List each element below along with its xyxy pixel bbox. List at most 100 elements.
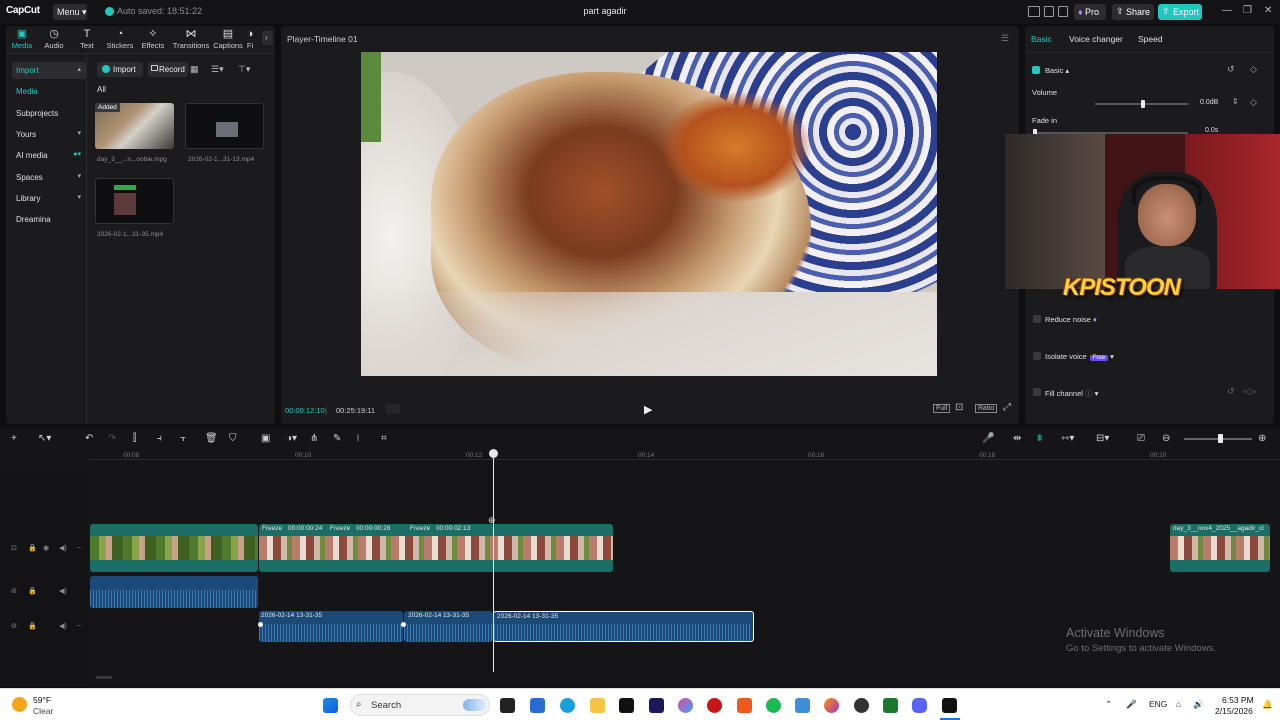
tool-text[interactable]: T Text: [69, 28, 105, 50]
mute-icon[interactable]: ◀): [59, 622, 67, 630]
sort-icon[interactable]: ☰▾: [211, 64, 224, 75]
audio-split-icon[interactable]: ⧘: [357, 433, 359, 444]
store-icon[interactable]: [530, 698, 545, 713]
audio-clip[interactable]: 2026-02-14 13-31-35: [259, 611, 403, 642]
lock-icon[interactable]: 🔒: [28, 544, 37, 552]
play-button[interactable]: ▶: [644, 403, 652, 416]
select-tool-icon[interactable]: ↖▾: [38, 433, 51, 444]
link-icon[interactable]: ⊘: [11, 587, 17, 595]
lock-icon[interactable]: 🔒: [28, 622, 37, 630]
playhead-line[interactable]: [493, 451, 494, 672]
marker-icon[interactable]: ⛉: [229, 433, 237, 444]
obs-icon[interactable]: [854, 698, 869, 713]
weather-temp[interactable]: 59°F: [33, 695, 51, 705]
keyframe-dot[interactable]: [401, 622, 406, 627]
media-thumbnail[interactable]: [185, 103, 264, 149]
tool-media[interactable]: ▣ Media: [4, 28, 40, 50]
fullscreen-icon[interactable]: ⤢: [1003, 402, 1011, 413]
mic-tray-icon[interactable]: 🎤: [1126, 699, 1137, 710]
tool-effects[interactable]: ✧ Effects: [135, 28, 171, 50]
audio-clip[interactable]: 2026-02-14 13-31-35: [404, 611, 493, 642]
reset-icon[interactable]: ↺: [1227, 64, 1235, 75]
record-button[interactable]: Record: [148, 62, 188, 77]
audio-clip[interactable]: [90, 576, 258, 608]
media-thumbnail[interactable]: [95, 178, 174, 224]
tab-voice-changer[interactable]: Voice changer: [1069, 34, 1123, 44]
screen-icon[interactable]: ⎚: [1137, 433, 1145, 444]
windows-start-icon[interactable]: [323, 698, 338, 713]
full-button[interactable]: Full: [933, 404, 951, 413]
edge-icon[interactable]: [560, 698, 575, 713]
crop-icon[interactable]: ▣: [261, 433, 270, 444]
network-icon[interactable]: ⌂: [1176, 699, 1181, 709]
notes-icon[interactable]: [795, 698, 810, 713]
more-icon[interactable]: ⋯: [76, 622, 83, 630]
fade-in-value[interactable]: 0.0s: [1205, 127, 1218, 134]
timecode-toggle-icon[interactable]: [386, 404, 400, 414]
notification-icon[interactable]: 🔔: [1262, 699, 1273, 710]
delete-icon[interactable]: 🗑: [205, 433, 218, 444]
basic-checkbox[interactable]: [1032, 66, 1040, 74]
close-icon[interactable]: ✕: [1264, 5, 1272, 16]
video-clip[interactable]: [90, 524, 258, 572]
tools-scroll-right-icon[interactable]: ›: [262, 31, 273, 45]
split-icon[interactable]: ⫿: [133, 433, 136, 444]
player-menu-icon[interactable]: ☰: [1001, 33, 1009, 44]
more-icon[interactable]: ⋯: [76, 544, 83, 552]
tray-overflow-icon[interactable]: ⌃: [1105, 699, 1112, 710]
share-button[interactable]: ⇪ Share: [1112, 4, 1154, 20]
clock-time[interactable]: 6:53 PM: [1222, 695, 1254, 705]
maximize-icon[interactable]: ❐: [1243, 5, 1252, 16]
fit-screen-icon[interactable]: ⊡: [955, 402, 963, 413]
shortcuts-icon[interactable]: [1058, 6, 1068, 17]
link-icon[interactable]: ⇹: [1013, 433, 1021, 444]
task-view-icon[interactable]: [500, 698, 515, 713]
tab-speed[interactable]: Speed: [1138, 34, 1163, 44]
brave-icon[interactable]: [737, 698, 752, 713]
stepper-icon[interactable]: ⇕: [1232, 97, 1239, 106]
playhead-handle[interactable]: [489, 449, 498, 458]
panel-icon[interactable]: [1044, 6, 1054, 17]
nav-dreamina[interactable]: Dreamina: [12, 211, 86, 228]
basic-section-title[interactable]: Basic ▴: [1045, 66, 1069, 75]
grid-view-icon[interactable]: ▦: [190, 64, 199, 75]
capcut-icon[interactable]: [619, 698, 634, 713]
discord-icon[interactable]: [912, 698, 927, 713]
zoom-slider-knob[interactable]: [1218, 434, 1223, 443]
edit-icon[interactable]: ✎: [333, 433, 341, 444]
filter-icon[interactable]: ⊤▾: [238, 64, 250, 75]
microphone-icon[interactable]: 🎤: [982, 433, 994, 444]
tool-transitions[interactable]: ⋈ Transitions: [171, 28, 211, 50]
weather-condition[interactable]: Clear: [33, 706, 53, 716]
redo-icon[interactable]: ↷: [108, 433, 116, 444]
volume-slider-knob[interactable]: [1141, 100, 1145, 108]
media-thumbnail[interactable]: Added: [95, 103, 174, 149]
pro-button[interactable]: ♦ Pro: [1074, 4, 1106, 20]
mute-icon[interactable]: ◀): [59, 544, 67, 552]
export-button[interactable]: ⇧ Export: [1158, 4, 1202, 20]
track-icon[interactable]: ⊟▾: [1096, 433, 1109, 444]
tool-audio[interactable]: ◷ Audio: [36, 28, 72, 50]
nav-import[interactable]: Import ▴: [12, 62, 86, 79]
premiere-icon[interactable]: [649, 698, 664, 713]
mirror-icon[interactable]: ⋔: [310, 433, 318, 444]
preview-axis-icon[interactable]: ⇿▾: [1061, 433, 1074, 444]
keyframe-icon[interactable]: ◇: [1250, 97, 1257, 108]
tab-basic[interactable]: Basic: [1031, 34, 1052, 44]
tool-filters[interactable]: ◑ Fi: [243, 28, 257, 50]
freeze-icon[interactable]: ◑▾: [286, 433, 297, 444]
zoom-in-icon[interactable]: ⊕: [1258, 433, 1266, 444]
zoom-out-icon[interactable]: ⊖: [1162, 433, 1170, 444]
mute-icon[interactable]: ◀): [59, 587, 67, 595]
layout-icon[interactable]: [1028, 6, 1040, 17]
split-right-icon[interactable]: ⫟: [180, 433, 186, 444]
magnet-icon[interactable]: ⩩: [1037, 433, 1042, 444]
crop-frame-icon[interactable]: ⌗: [381, 433, 387, 444]
nav-subprojects[interactable]: Subprojects: [12, 105, 86, 122]
link-icon[interactable]: ⊘: [11, 622, 17, 630]
terminal-icon[interactable]: [883, 698, 898, 713]
record-app-icon[interactable]: [707, 698, 722, 713]
keyframe-dot[interactable]: [258, 622, 263, 627]
import-button[interactable]: Import: [97, 62, 143, 77]
volume-icon[interactable]: 🔊: [1193, 699, 1204, 710]
